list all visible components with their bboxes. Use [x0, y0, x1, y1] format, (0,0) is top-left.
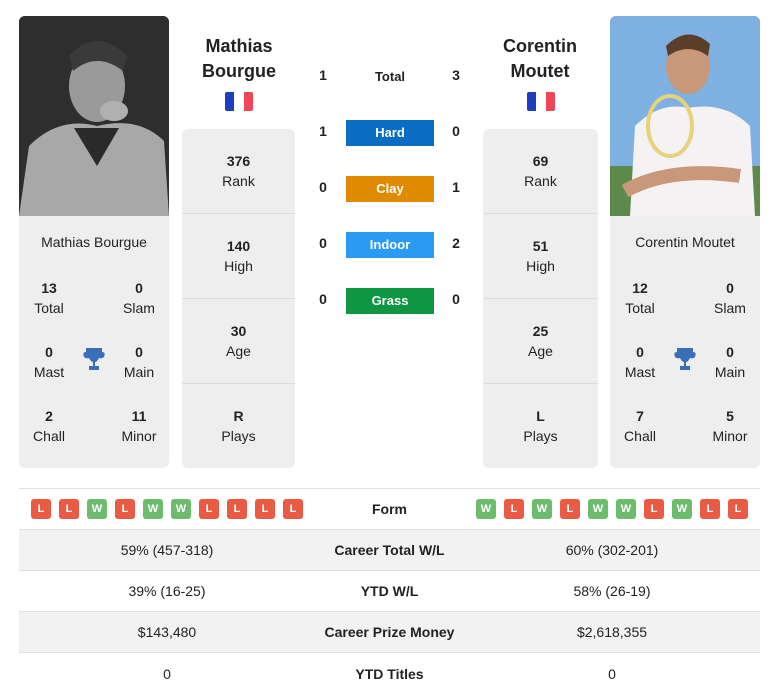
player1-age: 30 Age: [182, 299, 295, 384]
player2-prize-money: $2,618,355: [576, 624, 648, 640]
player1-titles-total: 13 Total: [34, 280, 64, 316]
player1-form-badge-loss[interactable]: L: [227, 499, 247, 519]
h2h-hard-p1: 1: [319, 123, 327, 139]
player2-titles-chall: 7 Chall: [624, 408, 656, 444]
player2-form-badge-win[interactable]: W: [476, 499, 496, 519]
ytd-titles-label: YTD Titles: [355, 665, 424, 682]
player2-ranking-card: 69 Rank 51 High 25 Age L Plays: [483, 129, 598, 468]
player2-age: 25 Age: [483, 299, 598, 384]
player2-career-wl: 60% (302-201): [565, 542, 659, 558]
player1-ytd-titles: 0: [163, 665, 171, 682]
trophy-icon: [672, 346, 698, 372]
player1-full-name[interactable]: Mathias Bourgue: [19, 234, 169, 250]
player2-titles-total: 12 Total: [625, 280, 655, 316]
prize-money-label: Career Prize Money: [324, 624, 455, 640]
player2-form-badge-win[interactable]: W: [588, 499, 608, 519]
player2-ytd-wl: 58% (26-19): [573, 583, 651, 599]
ytd-wl-row: 39% (16-25) YTD W/L 58% (26-19): [19, 571, 760, 612]
player2-form-badge-loss[interactable]: L: [700, 499, 720, 519]
player1-form-badge-loss[interactable]: L: [59, 499, 79, 519]
player2-plays: L Plays: [523, 408, 558, 444]
player1-form-badge-win[interactable]: W: [87, 499, 107, 519]
player2-titles-mast: 0 Mast: [624, 344, 656, 380]
player1-name[interactable]: Mathias Bourgue: [174, 34, 304, 84]
prize-money-row: $143,480 Career Prize Money $2,618,355: [19, 612, 760, 653]
player1-rank: 376 Rank: [182, 129, 295, 214]
player2-form-badge-loss[interactable]: L: [644, 499, 664, 519]
player1-titles-minor: 11 Minor: [121, 408, 157, 444]
player2-full-name[interactable]: Corentin Moutet: [610, 234, 760, 250]
player1-form-badge-loss[interactable]: L: [255, 499, 275, 519]
h2h-clay-p2: 1: [452, 179, 460, 195]
player2-rank: 69 Rank: [483, 129, 598, 214]
player2-photo[interactable]: [610, 16, 760, 216]
player1-form-badge-loss[interactable]: L: [199, 499, 219, 519]
player1-high: 140 High: [182, 214, 295, 299]
player1-titles-card: Mathias Bourgue 13 Total 0 Slam 0 Mast 0…: [19, 216, 169, 468]
h2h-clay-p1: 0: [319, 179, 327, 195]
player2-form-badge-win[interactable]: W: [672, 499, 692, 519]
player2-form-badge-loss[interactable]: L: [504, 499, 524, 519]
player1-photo[interactable]: [19, 16, 169, 216]
player1-titles-slam: 0 Slam: [123, 280, 155, 316]
player1-form-badge-loss[interactable]: L: [115, 499, 135, 519]
surface-clay-button[interactable]: Clay: [346, 176, 434, 202]
player1-prize-money: $143,480: [137, 624, 197, 640]
player1-titles-main: 0 Main: [123, 344, 155, 380]
player1-form-badge-win[interactable]: W: [171, 499, 191, 519]
trophy-icon: [81, 346, 107, 372]
h2h-indoor-p2: 2: [452, 235, 460, 251]
player2-titles-main: 0 Main: [714, 344, 746, 380]
career-wl-label: Career Total W/L: [334, 542, 445, 558]
h2h-total-p2: 3: [452, 67, 460, 83]
h2h-grass-p1: 0: [319, 291, 327, 307]
ytd-wl-label: YTD W/L: [360, 583, 419, 599]
form-row: LLWLWWLLLL Form WLWLWWLWLL: [19, 489, 760, 530]
player2-form: WLWLWWLWLL: [464, 499, 760, 519]
surface-grass-button[interactable]: Grass: [346, 288, 434, 314]
surface-hard-button[interactable]: Hard: [346, 120, 434, 146]
h2h-total-label: Total: [374, 69, 406, 84]
form-label: Form: [372, 501, 407, 517]
player2-titles-minor: 5 Minor: [712, 408, 748, 444]
player1-form-badge-loss[interactable]: L: [31, 499, 51, 519]
player1-titles-mast: 0 Mast: [33, 344, 65, 380]
player1-form-badge-win[interactable]: W: [143, 499, 163, 519]
h2h-hard-p2: 0: [452, 123, 460, 139]
player1-ytd-wl: 39% (16-25): [128, 583, 206, 599]
player1-career-wl: 59% (457-318): [120, 542, 214, 558]
player2-name[interactable]: Corentin Moutet: [475, 34, 605, 84]
player1-titles-chall: 2 Chall: [33, 408, 65, 444]
player2-high: 51 High: [483, 214, 598, 299]
player2-ytd-titles: 0: [608, 665, 616, 682]
france-flag-icon: [225, 92, 253, 111]
h2h-indoor-p1: 0: [319, 235, 327, 251]
comparison-table: LLWLWWLLLL Form WLWLWWLWLL 59% (457-318)…: [19, 488, 760, 694]
ytd-titles-row: 0 YTD Titles 0: [19, 653, 760, 694]
player2-titles-card: Corentin Moutet 12 Total 0 Slam 0 Mast 0…: [610, 216, 760, 468]
player1-form: LLWLWWLLLL: [19, 499, 315, 519]
player2-form-badge-loss[interactable]: L: [560, 499, 580, 519]
player1-form-badge-loss[interactable]: L: [283, 499, 303, 519]
france-flag-icon: [527, 92, 555, 111]
career-wl-row: 59% (457-318) Career Total W/L 60% (302-…: [19, 530, 760, 571]
player2-titles-slam: 0 Slam: [714, 280, 746, 316]
h2h-total-p1: 1: [319, 67, 327, 83]
h2h-grass-p2: 0: [452, 291, 460, 307]
player2-form-badge-win[interactable]: W: [532, 499, 552, 519]
player2-form-badge-win[interactable]: W: [616, 499, 636, 519]
player1-ranking-card: 376 Rank 140 High 30 Age R Plays: [182, 129, 295, 468]
player1-plays: R Plays: [221, 408, 256, 444]
player2-form-badge-loss[interactable]: L: [728, 499, 748, 519]
surface-indoor-button[interactable]: Indoor: [346, 232, 434, 258]
